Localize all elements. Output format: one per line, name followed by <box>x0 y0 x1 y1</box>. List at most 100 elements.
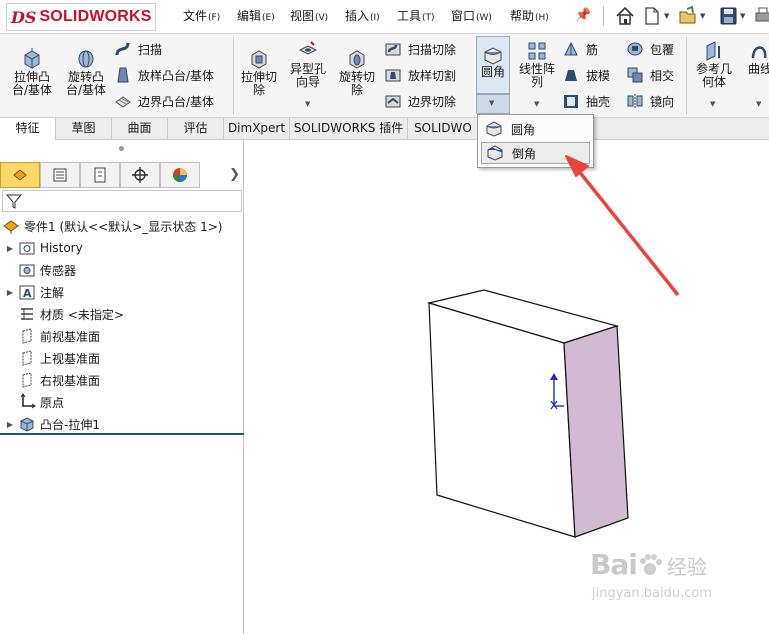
menu-window[interactable]: 窗口 (W) <box>451 7 492 24</box>
fillet-button-content: 圆角 <box>477 45 509 79</box>
chevron-down-icon: ▼ <box>489 99 495 107</box>
rib-button[interactable]: 筋 <box>562 39 598 59</box>
hole-wizard-label-line1: 异型孔 <box>289 62 326 76</box>
extrude-boss-button[interactable]: 拉伸凸 台/基体 <box>8 48 56 97</box>
tree-item-annotations[interactable]: ▶ A 注解 <box>0 282 244 302</box>
swept-cut-button[interactable]: 扫描切除 <box>384 39 456 59</box>
rollback-bar[interactable] <box>0 433 244 435</box>
home-icon[interactable] <box>615 5 635 27</box>
mirror-icon <box>627 94 643 108</box>
revolve-cut-button[interactable]: 旋转切 除 <box>334 48 380 97</box>
tree-item-boss-extrude[interactable]: ▶ 凸台-拉伸1 <box>0 414 244 434</box>
fillet-dropdown-toggle[interactable]: ▼ <box>476 94 510 114</box>
revolve-cut-icon <box>349 50 365 69</box>
panel-grip[interactable] <box>119 146 124 151</box>
expand-arrow-icon[interactable]: ▶ <box>6 420 14 429</box>
sweep-button[interactable]: 扫描 <box>114 39 162 59</box>
expand-arrow-icon[interactable]: ▶ <box>6 288 14 297</box>
boundary-cut-button[interactable]: 边界切除 <box>384 91 456 111</box>
baidu-watermark: Bai 经验 jingyan.baidu.com <box>590 548 712 601</box>
fillet-button[interactable]: 圆角 <box>476 36 510 94</box>
menu-tools[interactable]: 工具 (T) <box>397 7 435 24</box>
tab-feature-manager[interactable] <box>0 162 40 188</box>
loft-boss-button[interactable]: 放样凸台/基体 <box>114 65 214 85</box>
chevron-down-icon[interactable]: ▼ <box>305 100 310 108</box>
boundary-cut-label: 边界切除 <box>408 94 457 109</box>
tab-configuration-manager[interactable] <box>80 162 120 188</box>
tab-solidworks-more[interactable]: SOLIDWO <box>408 118 478 140</box>
history-folder-icon <box>18 239 36 257</box>
save-icon[interactable] <box>718 5 738 27</box>
sensor-icon <box>18 261 36 279</box>
sweep-label: 扫描 <box>138 42 163 57</box>
tab-dimxpert[interactable]: DimXpert <box>224 118 290 140</box>
tree-item-material[interactable]: 材质 <未指定> <box>0 304 244 324</box>
open-icon[interactable] <box>678 5 698 27</box>
curves-button[interactable]: 曲线 <box>740 40 769 76</box>
tab-solidworks-addins[interactable]: SOLIDWORKS 插件 <box>290 118 408 140</box>
tab-features[interactable]: 特征 <box>0 118 56 140</box>
draft-icon <box>565 70 577 81</box>
tree-item-label: 前视基准面 <box>40 329 101 344</box>
menu-item-fillet[interactable]: 圆角 <box>481 118 590 140</box>
material-icon <box>18 305 36 323</box>
lofted-cut-button[interactable]: 放样切割 <box>384 65 456 85</box>
chevron-down-icon[interactable]: ▼ <box>710 100 715 108</box>
rib-icon <box>564 41 578 56</box>
linear-pattern-button[interactable]: 线性阵 列 <box>514 40 560 89</box>
menu-help[interactable]: 帮助 (H) <box>510 7 549 24</box>
hole-wizard-button[interactable]: 异型孔 向导 <box>285 40 331 89</box>
print-icon[interactable] <box>753 5 769 27</box>
tab-evaluate[interactable]: 评估 <box>168 118 224 140</box>
tree-item-origin[interactable]: 原点 <box>0 392 244 412</box>
tree-item-top-plane[interactable]: 上视基准面 <box>0 348 244 368</box>
menu-file[interactable]: 文件 (F) <box>183 7 220 24</box>
tree-item-label: 材质 <未指定> <box>40 307 124 322</box>
chevron-down-icon[interactable]: ▼ <box>534 100 539 108</box>
menu-view[interactable]: 视图 (V) <box>290 7 328 24</box>
chevron-down-icon[interactable]: ▼ <box>700 12 705 20</box>
menu-edit[interactable]: 编辑 (E) <box>237 7 275 24</box>
reference-geometry-button[interactable]: 参考几 何体 <box>692 40 736 89</box>
extrude-cut-label-line2: 除 <box>252 83 265 97</box>
revolve-boss-button[interactable]: 旋转凸 台/基体 <box>62 48 110 97</box>
chevron-down-icon[interactable]: ▼ <box>664 12 669 20</box>
solidworks-logo[interactable]: DS SOLIDWORKS <box>6 3 156 31</box>
extrude-cut-button[interactable]: 拉伸切 除 <box>237 48 281 97</box>
wrap-button[interactable]: 包覆 <box>626 39 674 59</box>
tree-root-part[interactable]: 零件1 (默认<<默认>_显示状态 1>) <box>0 216 244 236</box>
appearance-sphere-icon <box>173 168 187 182</box>
menu-help-label: 帮助 <box>510 9 535 23</box>
swept-cut-icon <box>385 43 401 56</box>
tree-item-sensors[interactable]: 传感器 <box>0 260 244 280</box>
tab-sketch[interactable]: 草图 <box>56 118 112 140</box>
shell-button[interactable]: 抽壳 <box>562 91 610 111</box>
title-bar: DS SOLIDWORKS 文件 (F) 编辑 (E) 视图 (V) 插入 (I) 工具… <box>0 0 769 34</box>
draft-button[interactable]: 拔模 <box>562 65 610 85</box>
tab-dimxpert-manager[interactable] <box>120 162 160 188</box>
fillet-icon <box>486 121 502 137</box>
intersect-button[interactable]: 相交 <box>626 65 674 85</box>
chevron-down-icon[interactable]: ▼ <box>756 100 761 108</box>
tree-item-front-plane[interactable]: 前视基准面 <box>0 326 244 346</box>
block-right-face-selected[interactable] <box>563 325 629 538</box>
tab-property-manager[interactable] <box>40 162 80 188</box>
chevron-down-icon[interactable]: ▼ <box>740 12 745 20</box>
mirror-button[interactable]: 镜向 <box>626 91 674 111</box>
pin-icon[interactable]: 📌 <box>575 8 591 23</box>
expand-arrow-icon[interactable]: ▶ <box>6 244 14 253</box>
menu-edit-hotkey: (E) <box>262 13 275 23</box>
new-document-icon[interactable] <box>642 5 662 27</box>
menu-insert-hotkey: (I) <box>370 13 380 23</box>
tree-item-history[interactable]: ▶ History <box>0 238 244 258</box>
tree-filter[interactable] <box>2 190 242 212</box>
tab-surfaces[interactable]: 曲面 <box>112 118 168 140</box>
menu-insert[interactable]: 插入 (I) <box>345 7 380 24</box>
boundary-boss-button[interactable]: 边界凸台/基体 <box>114 91 214 111</box>
wrap-label: 包覆 <box>650 42 675 57</box>
chevron-right-icon[interactable]: ❯ <box>229 167 240 182</box>
menu-item-chamfer[interactable]: 倒角 <box>481 142 590 164</box>
tab-display-manager[interactable] <box>160 162 200 188</box>
tree-item-right-plane[interactable]: 右视基准面 <box>0 370 244 390</box>
annotation-icon: A <box>18 283 36 301</box>
